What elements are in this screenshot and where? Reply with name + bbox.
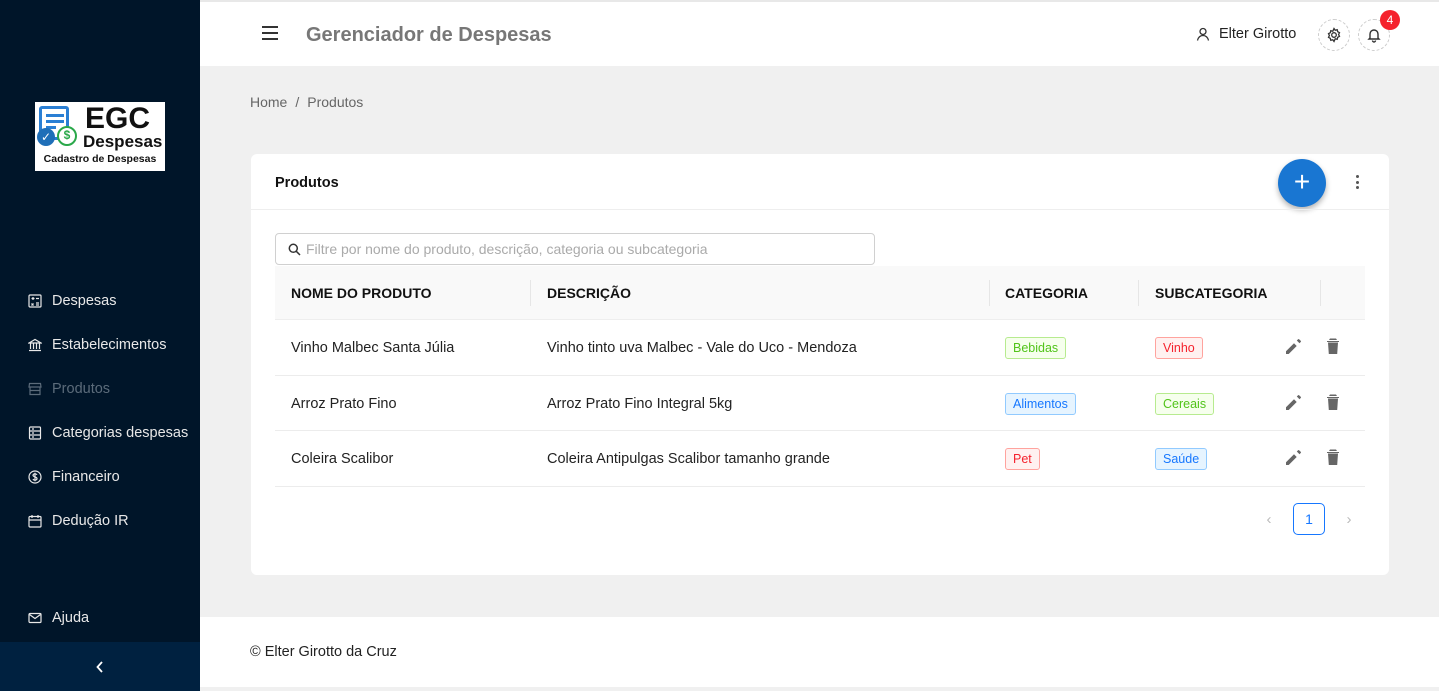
edit-button[interactable] xyxy=(1283,335,1305,357)
column-header-subcategory[interactable]: SUBCATEGORIA xyxy=(1155,285,1268,301)
sidebar-item-label: Financeiro xyxy=(52,469,120,485)
sidebar-item-financeiro[interactable]: Financeiro xyxy=(28,466,120,488)
sidebar-item-despesas[interactable]: Despesas xyxy=(28,290,116,312)
logo-subtitle: Despesas xyxy=(83,132,163,151)
sidebar-item-produtos[interactable]: Produtos xyxy=(28,378,110,400)
chevron-left-icon xyxy=(96,660,103,673)
card-title: Produtos xyxy=(275,175,339,191)
user-icon xyxy=(1196,27,1210,41)
mail-icon xyxy=(28,611,42,625)
table-row[interactable]: Arroz Prato Fino Arroz Prato Fino Integr… xyxy=(275,376,1365,431)
sidebar-item-ajuda[interactable]: Ajuda xyxy=(28,607,89,629)
edit-button[interactable] xyxy=(1283,391,1305,413)
product-description: Arroz Prato Fino Integral 5kg xyxy=(547,395,733,412)
user-menu[interactable]: Elter Girotto xyxy=(1196,26,1296,42)
check-icon: ✓ xyxy=(37,128,55,146)
bank-icon xyxy=(28,338,42,352)
column-header-name[interactable]: NOME DO PRODUTO xyxy=(291,285,432,301)
app-logo[interactable]: ✓ $ EGC Despesas Cadastro de Despesas xyxy=(35,102,165,171)
category-tag: Bebidas xyxy=(1005,337,1067,359)
column-header-description[interactable]: DESCRIÇÃO xyxy=(547,285,631,301)
pencil-icon xyxy=(1286,449,1302,465)
dollar-icon xyxy=(28,470,42,484)
pagination-next-button[interactable]: › xyxy=(1333,503,1365,535)
top-header: Gerenciador de Despesas Elter Girotto 4 xyxy=(200,0,1439,66)
edit-button[interactable] xyxy=(1283,446,1305,468)
product-description: Coleira Antipulgas Scalibor tamanho gran… xyxy=(547,451,830,467)
add-product-button[interactable]: + xyxy=(1278,159,1326,207)
sidebar: ✓ $ EGC Despesas Cadastro de Despesas De… xyxy=(0,0,200,691)
pagination-page-1[interactable]: 1 xyxy=(1293,503,1325,535)
breadcrumb-separator: / xyxy=(295,94,300,110)
table-header: NOME DO PRODUTO DESCRIÇÃO CATEGORIA SUBC… xyxy=(275,266,1365,320)
subcategory-tag: Vinho xyxy=(1155,337,1203,359)
trash-icon xyxy=(1327,338,1339,354)
sidebar-item-label: Estabelecimentos xyxy=(52,337,167,353)
sidebar-item-label: Ajuda xyxy=(52,610,90,626)
bell-icon xyxy=(1367,29,1381,43)
notification-badge: 4 xyxy=(1380,10,1400,30)
sidebar-item-estabelecimentos[interactable]: Estabelecimentos xyxy=(28,334,166,356)
container-icon xyxy=(28,426,42,440)
app-title: Gerenciador de Despesas xyxy=(306,24,552,46)
pagination-prev-button[interactable]: ‹ xyxy=(1253,503,1285,535)
settings-button[interactable] xyxy=(1318,19,1350,51)
search-icon xyxy=(288,243,301,256)
delete-button[interactable] xyxy=(1322,335,1344,357)
sidebar-item-label: Despesas xyxy=(52,293,117,309)
table-row[interactable]: Vinho Malbec Santa Júlia Vinho tinto uva… xyxy=(275,320,1365,376)
trash-icon xyxy=(1327,449,1339,465)
shop-icon xyxy=(28,382,42,396)
sidebar-item-label: Produtos xyxy=(52,381,111,397)
product-name: Coleira Scalibor xyxy=(291,451,394,467)
collapse-sidebar-button[interactable] xyxy=(0,642,200,691)
dollar-coin-icon: $ xyxy=(57,126,77,146)
search-input[interactable] xyxy=(306,241,866,257)
sidebar-item-label: Categorias despesas xyxy=(52,425,189,441)
column-divider xyxy=(1138,280,1139,306)
column-header-category[interactable]: CATEGORIA xyxy=(1005,285,1088,301)
table-row[interactable]: Coleira Scalibor Coleira Antipulgas Scal… xyxy=(275,431,1365,487)
products-card: Produtos + NOME DO PRODUTO DESCRIÇÃO CAT… xyxy=(251,154,1389,575)
product-name: Arroz Prato Fino xyxy=(291,395,397,412)
sidebar-item-deducao-ir[interactable]: Dedução IR xyxy=(28,510,129,532)
card-divider xyxy=(251,209,1389,210)
sidebar-item-categorias-despesas[interactable]: Categorias despesas xyxy=(28,422,188,444)
trash-icon xyxy=(1327,394,1339,410)
category-tag: Alimentos xyxy=(1005,392,1076,415)
calculator-icon xyxy=(28,294,42,308)
column-divider xyxy=(1320,280,1321,306)
products-table: NOME DO PRODUTO DESCRIÇÃO CATEGORIA SUBC… xyxy=(275,266,1365,487)
delete-button[interactable] xyxy=(1322,391,1344,413)
pencil-icon xyxy=(1286,394,1302,410)
subcategory-tag: Saúde xyxy=(1155,448,1208,470)
pencil-icon xyxy=(1286,338,1302,354)
gear-icon xyxy=(1327,27,1341,43)
category-tag: Pet xyxy=(1005,448,1040,470)
product-description: Vinho tinto uva Malbec - Vale do Uco - M… xyxy=(547,340,857,356)
logo-tagline: Cadastro de Despesas xyxy=(43,153,157,165)
breadcrumb: Home / Produtos xyxy=(250,94,371,110)
delete-button[interactable] xyxy=(1322,446,1344,468)
product-name: Vinho Malbec Santa Júlia xyxy=(291,340,455,356)
breadcrumb-home[interactable]: Home xyxy=(250,94,287,110)
subcategory-tag: Cereais xyxy=(1155,392,1215,415)
menu-toggle-icon[interactable] xyxy=(262,26,278,40)
calendar-icon xyxy=(28,514,42,528)
footer-copyright: © Elter Girotto da Cruz xyxy=(250,644,397,660)
search-box[interactable] xyxy=(275,233,875,265)
sidebar-item-label: Dedução IR xyxy=(52,513,129,529)
more-options-icon[interactable] xyxy=(1354,175,1360,189)
column-divider xyxy=(989,280,990,306)
footer: © Elter Girotto da Cruz xyxy=(200,617,1439,687)
user-name: Elter Girotto xyxy=(1219,26,1297,42)
logo-title: EGC xyxy=(85,102,151,135)
breadcrumb-current: Produtos xyxy=(307,94,364,110)
column-divider xyxy=(530,280,531,306)
